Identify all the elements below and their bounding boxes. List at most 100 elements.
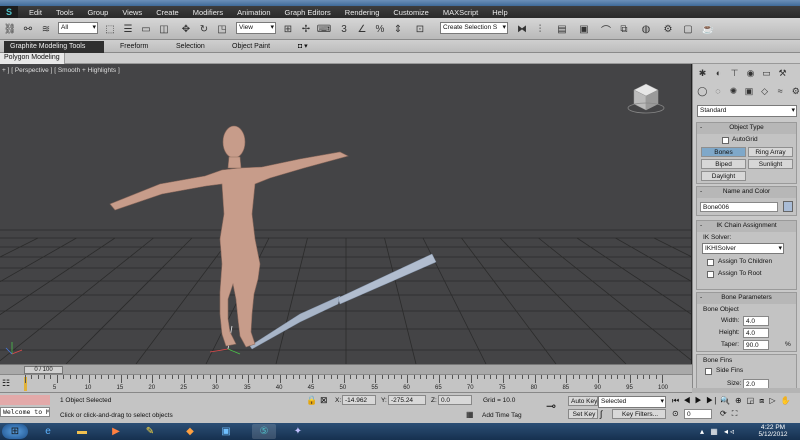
add-time-tag[interactable]: Add Time Tag bbox=[482, 412, 522, 419]
media-player-icon[interactable]: ▶ bbox=[104, 424, 128, 439]
time-slider-knob[interactable]: 0 / 100 bbox=[24, 366, 63, 374]
render-setup-icon[interactable]: ⚙ bbox=[660, 21, 676, 37]
menu-customize[interactable]: Customize bbox=[386, 8, 435, 17]
height-spinner[interactable]: 4.0 bbox=[743, 328, 769, 338]
bones-button[interactable]: Bones bbox=[701, 147, 746, 157]
app-icon-orange[interactable]: ◆ bbox=[178, 424, 202, 439]
move-icon[interactable]: ✥ bbox=[178, 21, 194, 37]
maxscript-error-box[interactable] bbox=[0, 395, 50, 405]
named-selection-dropdown[interactable]: Create Selection S bbox=[440, 22, 508, 34]
current-frame-field[interactable]: 0 bbox=[684, 409, 712, 419]
tab-selection[interactable]: Selection bbox=[170, 41, 211, 53]
viewport-label[interactable]: + ] [ Perspective ] [ Smooth + Highlight… bbox=[2, 67, 120, 74]
pan-icon[interactable]: ✋ bbox=[780, 396, 790, 407]
y-coordinate-field[interactable]: -275.24 bbox=[388, 395, 426, 405]
snap-toggle-icon[interactable]: 3 bbox=[336, 21, 352, 37]
object-color-swatch[interactable] bbox=[783, 201, 793, 212]
menu-tools[interactable]: Tools bbox=[49, 8, 81, 17]
file-explorer-icon[interactable]: ▬ bbox=[70, 424, 94, 439]
auto-key-button[interactable]: Auto Key bbox=[568, 396, 598, 406]
time-slider[interactable]: 0 / 100 bbox=[0, 364, 692, 374]
rendered-frame-icon[interactable]: ▢ bbox=[680, 21, 696, 37]
select-manipulate-icon[interactable]: ✢ bbox=[298, 21, 314, 37]
app-icon-blue[interactable]: ▣ bbox=[214, 424, 238, 439]
window-crossing-icon[interactable]: ◫ bbox=[156, 21, 172, 37]
ribbon-polygon-modeling[interactable]: Polygon Modeling bbox=[0, 53, 65, 64]
width-spinner[interactable]: 4.0 bbox=[743, 316, 769, 326]
create-tab-icon[interactable]: ✱ bbox=[697, 68, 708, 79]
select-object-icon[interactable]: ⬚ bbox=[102, 21, 118, 37]
schematic-view-icon[interactable]: ⧉ bbox=[616, 21, 632, 37]
app-logo-icon[interactable]: S bbox=[0, 6, 18, 18]
name-color-header[interactable]: - Name and Color bbox=[697, 187, 796, 198]
key-mode-icon[interactable]: ⊙ bbox=[672, 409, 680, 419]
link-icon[interactable]: ⛓ bbox=[2, 21, 18, 37]
modify-tab-icon[interactable]: ◐ bbox=[713, 68, 724, 79]
bone-parameters-header[interactable]: - Bone Parameters bbox=[697, 293, 796, 304]
menu-rendering[interactable]: Rendering bbox=[338, 8, 387, 17]
display-tab-icon[interactable]: ▭ bbox=[761, 68, 772, 79]
3dsmax-taskbar-icon[interactable]: ⑤ bbox=[252, 424, 276, 439]
menu-create[interactable]: Create bbox=[149, 8, 186, 17]
reference-coord-dropdown[interactable]: View bbox=[236, 22, 276, 34]
zoom-extents-all-icon[interactable]: ⧈ bbox=[759, 396, 764, 407]
curve-editor-icon[interactable]: ⌒ bbox=[598, 21, 614, 37]
clock[interactable]: 4:22 PM 5/12/2012 bbox=[750, 424, 796, 438]
render-teapot-icon[interactable]: ☕ bbox=[700, 21, 716, 37]
tab-freeform[interactable]: Freeform bbox=[114, 41, 154, 53]
zoom-icon[interactable]: 🔍 bbox=[720, 396, 730, 407]
zoom-extents-icon[interactable]: ◲ bbox=[747, 396, 755, 407]
object-type-header[interactable]: - Object Type bbox=[697, 123, 796, 134]
material-editor-icon[interactable]: ◍ bbox=[638, 21, 654, 37]
tab-object-paint[interactable]: Object Paint bbox=[226, 41, 276, 53]
percent-snap-icon[interactable]: % bbox=[372, 21, 388, 37]
menu-maxscript[interactable]: MAXScript bbox=[436, 8, 485, 17]
edit-named-sets-icon[interactable]: ⊡ bbox=[412, 21, 428, 37]
sunlight-button[interactable]: Sunlight bbox=[748, 159, 793, 169]
menu-help[interactable]: Help bbox=[485, 8, 514, 17]
track-bar[interactable]: ☷ 5 10 15 20 25 30 35 40 45 50 55 60 65 70 75 80 85 90 95 1… bbox=[0, 374, 692, 393]
systems-icon[interactable]: ⚙ bbox=[790, 86, 800, 97]
set-key-button[interactable]: Set Key bbox=[568, 409, 598, 419]
mini-curve-editor-icon[interactable]: ☷ bbox=[2, 378, 14, 388]
pivot-icon[interactable]: ⊞ bbox=[280, 21, 296, 37]
key-filters-button[interactable]: Key Filters... bbox=[612, 409, 666, 419]
bind-spacewarp-icon[interactable]: ≋ bbox=[38, 21, 54, 37]
z-coordinate-field[interactable]: 0.0 bbox=[438, 395, 472, 405]
object-name-field[interactable]: Bone006 bbox=[700, 202, 778, 212]
unlink-icon[interactable]: ⚯ bbox=[20, 21, 36, 37]
ribbon-options-icon[interactable]: ◘ ▾ bbox=[292, 41, 314, 53]
shapes-icon[interactable]: ◌ bbox=[713, 86, 724, 97]
perspective-viewport[interactable]: + ] [ Perspective ] [ Smooth + Highlight… bbox=[0, 64, 692, 364]
motion-tab-icon[interactable]: ◉ bbox=[745, 68, 756, 79]
fin-size-spinner[interactable]: 2.0 bbox=[743, 379, 769, 388]
scale-icon[interactable]: ◳ bbox=[214, 21, 230, 37]
fov-icon[interactable]: ▷ bbox=[769, 396, 775, 407]
geometry-icon[interactable]: ◯ bbox=[697, 86, 708, 97]
auto-key-mode-dropdown[interactable]: Selected bbox=[598, 396, 666, 408]
menu-graph-editors[interactable]: Graph Editors bbox=[278, 8, 338, 17]
maxscript-listener[interactable]: Welcome to M bbox=[0, 407, 50, 417]
spinner-snap-icon[interactable]: ⇕ bbox=[390, 21, 406, 37]
side-fins-checkbox[interactable] bbox=[705, 368, 712, 375]
menu-views[interactable]: Views bbox=[115, 8, 149, 17]
assign-children-checkbox[interactable] bbox=[707, 259, 714, 266]
align-icon[interactable]: ⫶ bbox=[532, 21, 548, 37]
zoom-all-icon[interactable]: ⊕ bbox=[735, 396, 742, 407]
ik-solver-dropdown[interactable]: IKHISolver bbox=[702, 243, 784, 254]
x-coordinate-field[interactable]: -14.962 bbox=[342, 395, 376, 405]
category-dropdown[interactable]: Standard bbox=[697, 105, 797, 117]
system-tray-icons[interactable]: ▴ ▦ ◂◃ bbox=[700, 427, 736, 436]
ring-array-button[interactable]: Ring Array bbox=[748, 147, 793, 157]
tab-graphite-modeling-tools[interactable]: Graphite Modeling Tools bbox=[4, 41, 104, 53]
angle-snap-icon[interactable]: ∠ bbox=[354, 21, 370, 37]
rotate-icon[interactable]: ↻ bbox=[196, 21, 212, 37]
default-tangents-icon[interactable]: ∫ bbox=[600, 409, 602, 419]
utilities-tab-icon[interactable]: ⚒ bbox=[777, 68, 788, 79]
graphite-toggle-icon[interactable]: ▣ bbox=[576, 21, 592, 37]
absolute-mode-icon[interactable]: ⊠ bbox=[320, 395, 330, 405]
keyboard-shortcut-icon[interactable]: ⌨ bbox=[316, 21, 332, 37]
lights-icon[interactable]: ✺ bbox=[728, 86, 739, 97]
layer-manager-icon[interactable]: ▤ bbox=[554, 21, 570, 37]
orbit-icon[interactable]: ⟳ bbox=[720, 409, 727, 420]
